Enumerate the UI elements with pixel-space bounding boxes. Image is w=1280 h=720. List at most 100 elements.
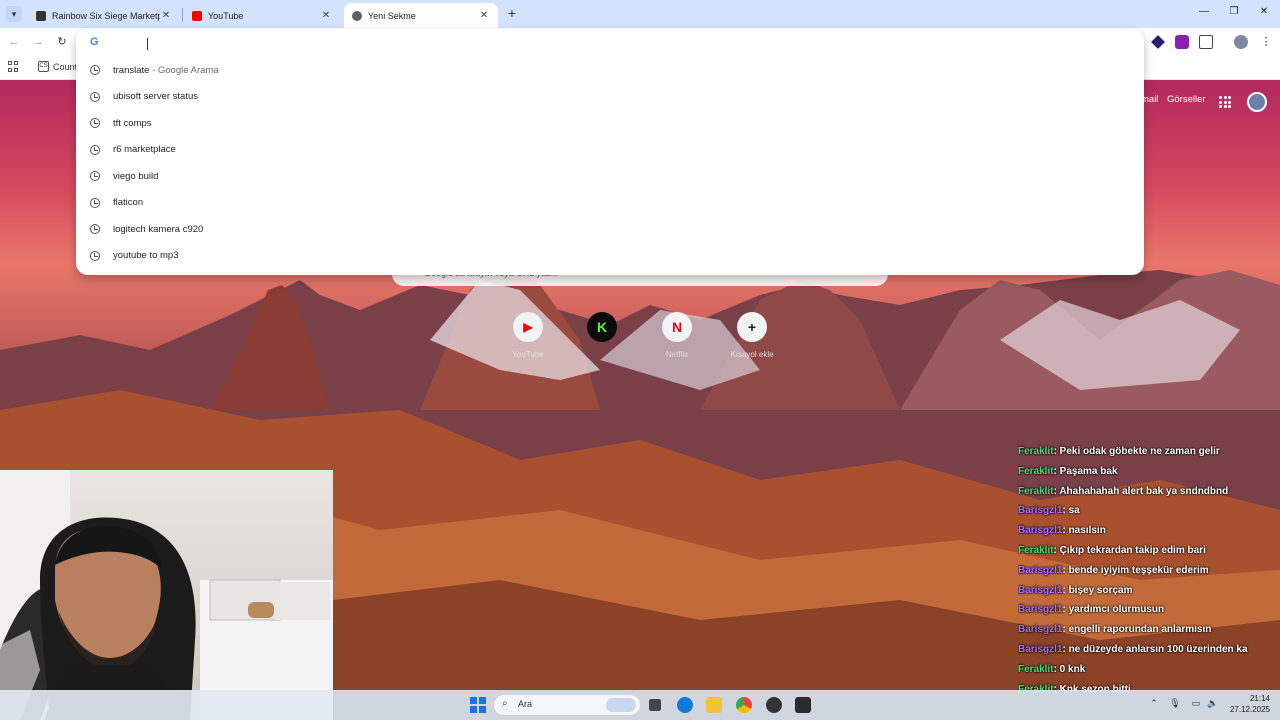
chat-message: Barisgzl1: bende iyiyim teşşekür ederim [1018,564,1209,576]
file-explorer-icon[interactable] [706,697,722,713]
browser-tab-strip: ▾ Rainbow Six Siege Marketplace ✕ YouTub… [0,0,1280,28]
suggestion-item[interactable]: viego build [76,163,1144,189]
address-bar-input[interactable]: G [76,29,1144,55]
extension-icon[interactable] [1175,35,1189,49]
menu-dots-icon[interactable]: ⋮ [1258,34,1274,50]
suggestion-item[interactable]: tft comps [76,110,1144,136]
puzzle-icon[interactable] [1199,35,1213,49]
shortcut-label: YouTube [512,350,544,359]
system-clock[interactable]: 21:14 27.12.2025 [1226,693,1270,715]
youtube-icon [192,10,202,21]
images-link[interactable]: Görseller [1167,94,1206,105]
chat-message: Barisgzl1: nasılsın [1018,525,1106,537]
shortcut-kick[interactable]: K [577,312,627,350]
plus-icon: + [737,312,767,342]
profile-avatar[interactable] [1234,35,1248,49]
chrome-icon [352,10,362,21]
suggestion-text: flaticon [113,197,144,208]
edge-icon[interactable] [677,697,693,713]
search-icon: ⌕ [502,698,508,709]
new-tab-button[interactable]: + [504,5,520,21]
webcam-overlay [0,470,333,720]
chat-message: Feraklit: Ahahahahah alert bak ya sndndb… [1018,485,1229,497]
suggestion-text: tft comps [113,117,152,129]
forward-button[interactable]: → [30,34,46,50]
chat-message: Feraklit: Çıkıp tekrardan takip edim bar… [1018,544,1206,556]
tab-youtube[interactable]: YouTube ✕ [184,3,340,28]
chat-message: Feraklit: Peki odak göbekte ne zaman gel… [1018,446,1220,457]
tab-search-button[interactable]: ▾ [6,6,22,22]
shield-icon [36,10,46,21]
netflix-icon: N [662,312,692,342]
back-button[interactable]: ← [6,34,22,50]
volume-icon[interactable]: 🔈 [1207,698,1219,710]
kick-icon: K [587,312,617,342]
suggestion-item[interactable]: logitech kamera c920 [76,216,1144,242]
app-icon[interactable] [795,697,811,713]
chat-message: Barisgzl1: ne düzeyde anlarsın 100 üzeri… [1018,643,1248,655]
task-view-icon[interactable] [649,699,661,711]
restore-button[interactable]: ❐ [1227,6,1241,17]
chat-message: Barisgzl1: sa [1018,505,1080,517]
close-icon[interactable]: ✕ [320,10,332,21]
chevron-up-icon[interactable]: ⌃ [1148,698,1160,710]
history-icon [90,197,100,208]
history-icon [90,118,100,128]
webcam-scene [0,470,333,720]
taskbar-search[interactable]: ⌕ Ara [494,695,640,715]
windows-start-icon[interactable] [470,697,486,713]
chat-message: Feraklit: Paşama bak [1018,465,1118,477]
suggestion-item[interactable]: flaticon [76,190,1144,216]
history-icon [90,65,100,75]
suggestion-text: translate [113,64,150,76]
close-window-button[interactable]: ✕ [1257,6,1271,17]
suggestion-item[interactable]: youtube to mp3 [76,243,1144,269]
suggestion-text: ubisoft server status [113,91,199,102]
bookmark-item[interactable]: CS Count [38,61,77,72]
microphone-icon[interactable]: 🎙 [1169,698,1181,710]
google-apps-icon[interactable] [1219,96,1231,108]
chrome-icon[interactable] [736,697,752,713]
clock-time: 21:14 [1249,694,1270,703]
chat-message: Barisgzl1: bişey sorçam [1018,584,1133,596]
bookmark-favicon: CS [38,61,49,72]
shortcut-youtube[interactable]: ▶ YouTube [503,312,553,359]
text-cursor [147,38,148,50]
clock-date: 27.12.2025 [1229,705,1270,714]
windows-taskbar: ⌕ Ara [0,690,1280,720]
history-icon [90,250,100,261]
google-g-icon: G [90,36,99,48]
chat-message: Barisgzl1: engelli raporundan anlarmısın [1018,624,1212,636]
google-account-avatar[interactable] [1247,92,1267,112]
suggestion-text: logitech kamera c920 [113,223,204,235]
tab-title: Rainbow Six Siege Marketplace [52,10,160,21]
shortcut-label: Netflix [665,350,689,359]
suggestion-item[interactable]: ubisoft server status [76,84,1144,110]
bookmark-label: Count [53,61,78,72]
tab-separator [182,8,183,22]
close-icon[interactable]: ✕ [478,10,490,21]
omnibox-dropdown: G translate - Google Arama ubisoft serve… [76,29,1144,275]
suggestion-item[interactable]: r6 marketplace [76,137,1144,163]
tab-new-tab[interactable]: Yeni Sekme ✕ [344,3,498,28]
network-icon[interactable]: ▭ [1190,698,1202,710]
suggestion-text: youtube to mp3 [113,250,179,261]
tab-title: YouTube [208,10,244,21]
suggestion-text: viego build [113,170,159,182]
stream-chat-overlay: Feraklit: Peki odak göbekte ne zaman gel… [1018,442,1280,699]
suggestion-subtext: - Google Arama [149,64,219,76]
suggestion-item[interactable]: translate - Google Arama [76,57,1144,83]
close-icon[interactable]: ✕ [160,10,172,21]
app-icon[interactable] [766,697,782,713]
history-icon [90,91,100,102]
apps-grid-icon[interactable] [8,61,20,73]
reload-button[interactable]: ↻ [54,34,70,50]
shortcut-netflix[interactable]: N Netflix [652,312,702,359]
extension-icon[interactable] [1151,35,1165,49]
minimize-button[interactable]: — [1197,6,1211,17]
youtube-icon: ▶ [513,312,543,342]
suggestion-text: r6 marketplace [113,144,176,155]
shortcut-add[interactable]: + Kısayol ekle [727,312,777,359]
history-icon [90,224,100,234]
tab-marketplace[interactable]: Rainbow Six Siege Marketplace ✕ [28,3,180,28]
